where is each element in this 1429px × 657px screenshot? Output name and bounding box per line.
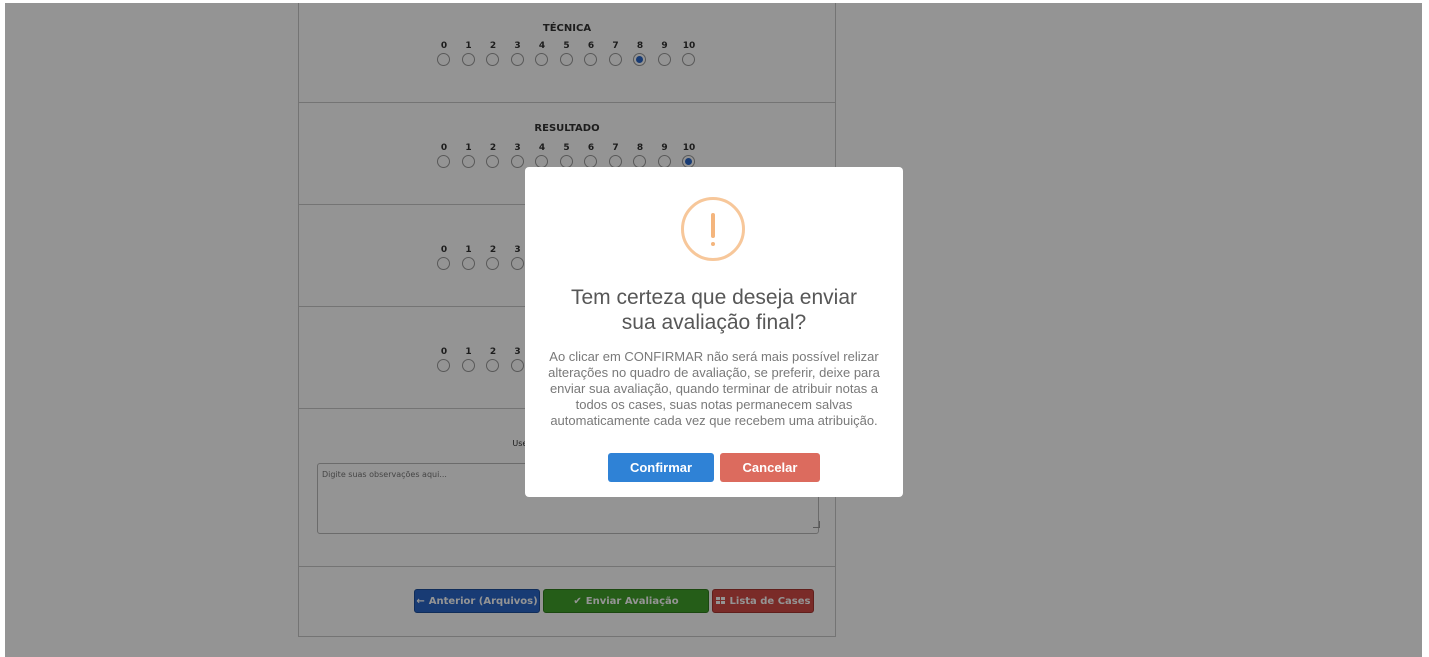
dialog-message-line: Ao clicar em CONFIRMAR não será mais pos… xyxy=(549,349,879,364)
dialog-title-line: sua avaliação final? xyxy=(621,311,807,334)
viewport-edge-right xyxy=(1422,0,1429,657)
dialog-message-line: alterações no quadro de avaliação, se pr… xyxy=(548,365,880,380)
dialog-message-line: enviar sua avaliação, quando terminar de… xyxy=(549,381,879,396)
dialog-title: Tem certeza que deseja enviar sua avalia… xyxy=(525,285,903,335)
dialog-message: Ao clicar em CONFIRMAR não será mais pos… xyxy=(539,349,889,429)
cancel-button[interactable]: Cancelar xyxy=(720,453,820,482)
warning-icon xyxy=(681,197,745,261)
dialog-message-line: automaticamente cada vez que recebem uma… xyxy=(550,413,878,428)
viewport-edge-left xyxy=(0,0,5,657)
dialog-message-line: todos os cases, suas notas permanecem sa… xyxy=(575,397,853,412)
confirm-button[interactable]: Confirmar xyxy=(608,453,714,482)
viewport-edge-top xyxy=(0,0,1429,3)
confirmation-dialog: Tem certeza que deseja enviar sua avalia… xyxy=(525,167,903,497)
dialog-title-line: Tem certeza que deseja enviar xyxy=(571,286,857,309)
